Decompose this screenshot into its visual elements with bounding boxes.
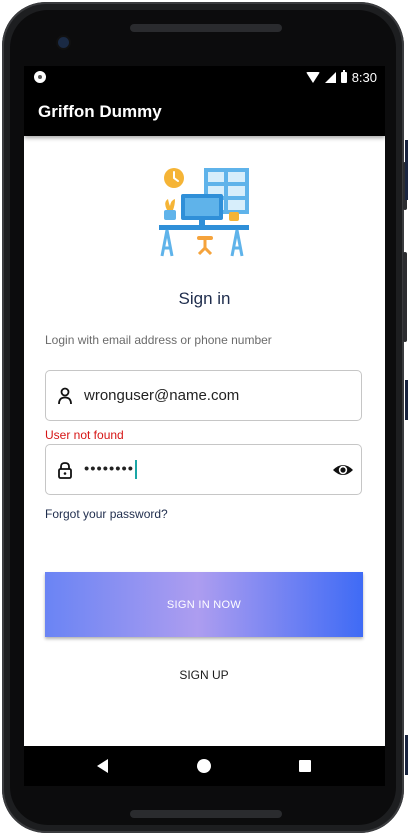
stool-icon [197, 236, 213, 240]
forgot-password-link[interactable]: Forgot your password? [45, 507, 168, 521]
sign-in-now-button[interactable]: SIGN IN NOW [45, 572, 363, 637]
top-speaker [130, 24, 282, 32]
battery-icon [340, 69, 347, 83]
app-bar: Griffon Dummy [24, 88, 385, 136]
volume-button [403, 252, 407, 342]
signal-icon [324, 71, 336, 83]
desk-icon [159, 225, 249, 230]
email-value: wronguser@name.com [84, 387, 240, 404]
status-bar: 8:30 [24, 66, 385, 88]
eye-icon[interactable] [332, 460, 354, 480]
workspace-desk-illustration [159, 168, 249, 257]
bottom-speaker [130, 810, 282, 818]
password-value: •••••••• [84, 460, 138, 479]
app-title: Griffon Dummy [38, 102, 162, 121]
front-camera [58, 37, 69, 48]
lock-icon [58, 462, 72, 479]
phone-screen: 8:30 Griffon Dummy Sign in Login with em… [24, 66, 385, 786]
page-title: Sign in [178, 289, 231, 308]
email-field[interactable]: wronguser@name.com [45, 370, 362, 421]
password-dots: •••••••• [84, 460, 135, 478]
status-time: 8:30 [351, 69, 377, 85]
back-icon[interactable] [97, 759, 108, 773]
login-instructions: Login with email address or phone number [45, 333, 272, 347]
notification-dot-icon [34, 71, 46, 83]
sign-up-button[interactable]: SIGN UP [154, 660, 254, 690]
password-field[interactable]: •••••••• [45, 444, 362, 495]
email-error-message: User not found [45, 428, 124, 442]
plant-icon [165, 199, 175, 210]
person-icon [58, 387, 72, 405]
wifi-icon [305, 71, 320, 83]
navigation-bar [24, 746, 385, 786]
home-icon[interactable] [197, 759, 211, 773]
recents-icon[interactable] [299, 760, 311, 772]
text-cursor [135, 460, 138, 479]
status-icons: 8:30 [305, 68, 377, 86]
phone-frame: 8:30 Griffon Dummy Sign in Login with em… [2, 2, 407, 833]
mug-icon [229, 212, 239, 221]
